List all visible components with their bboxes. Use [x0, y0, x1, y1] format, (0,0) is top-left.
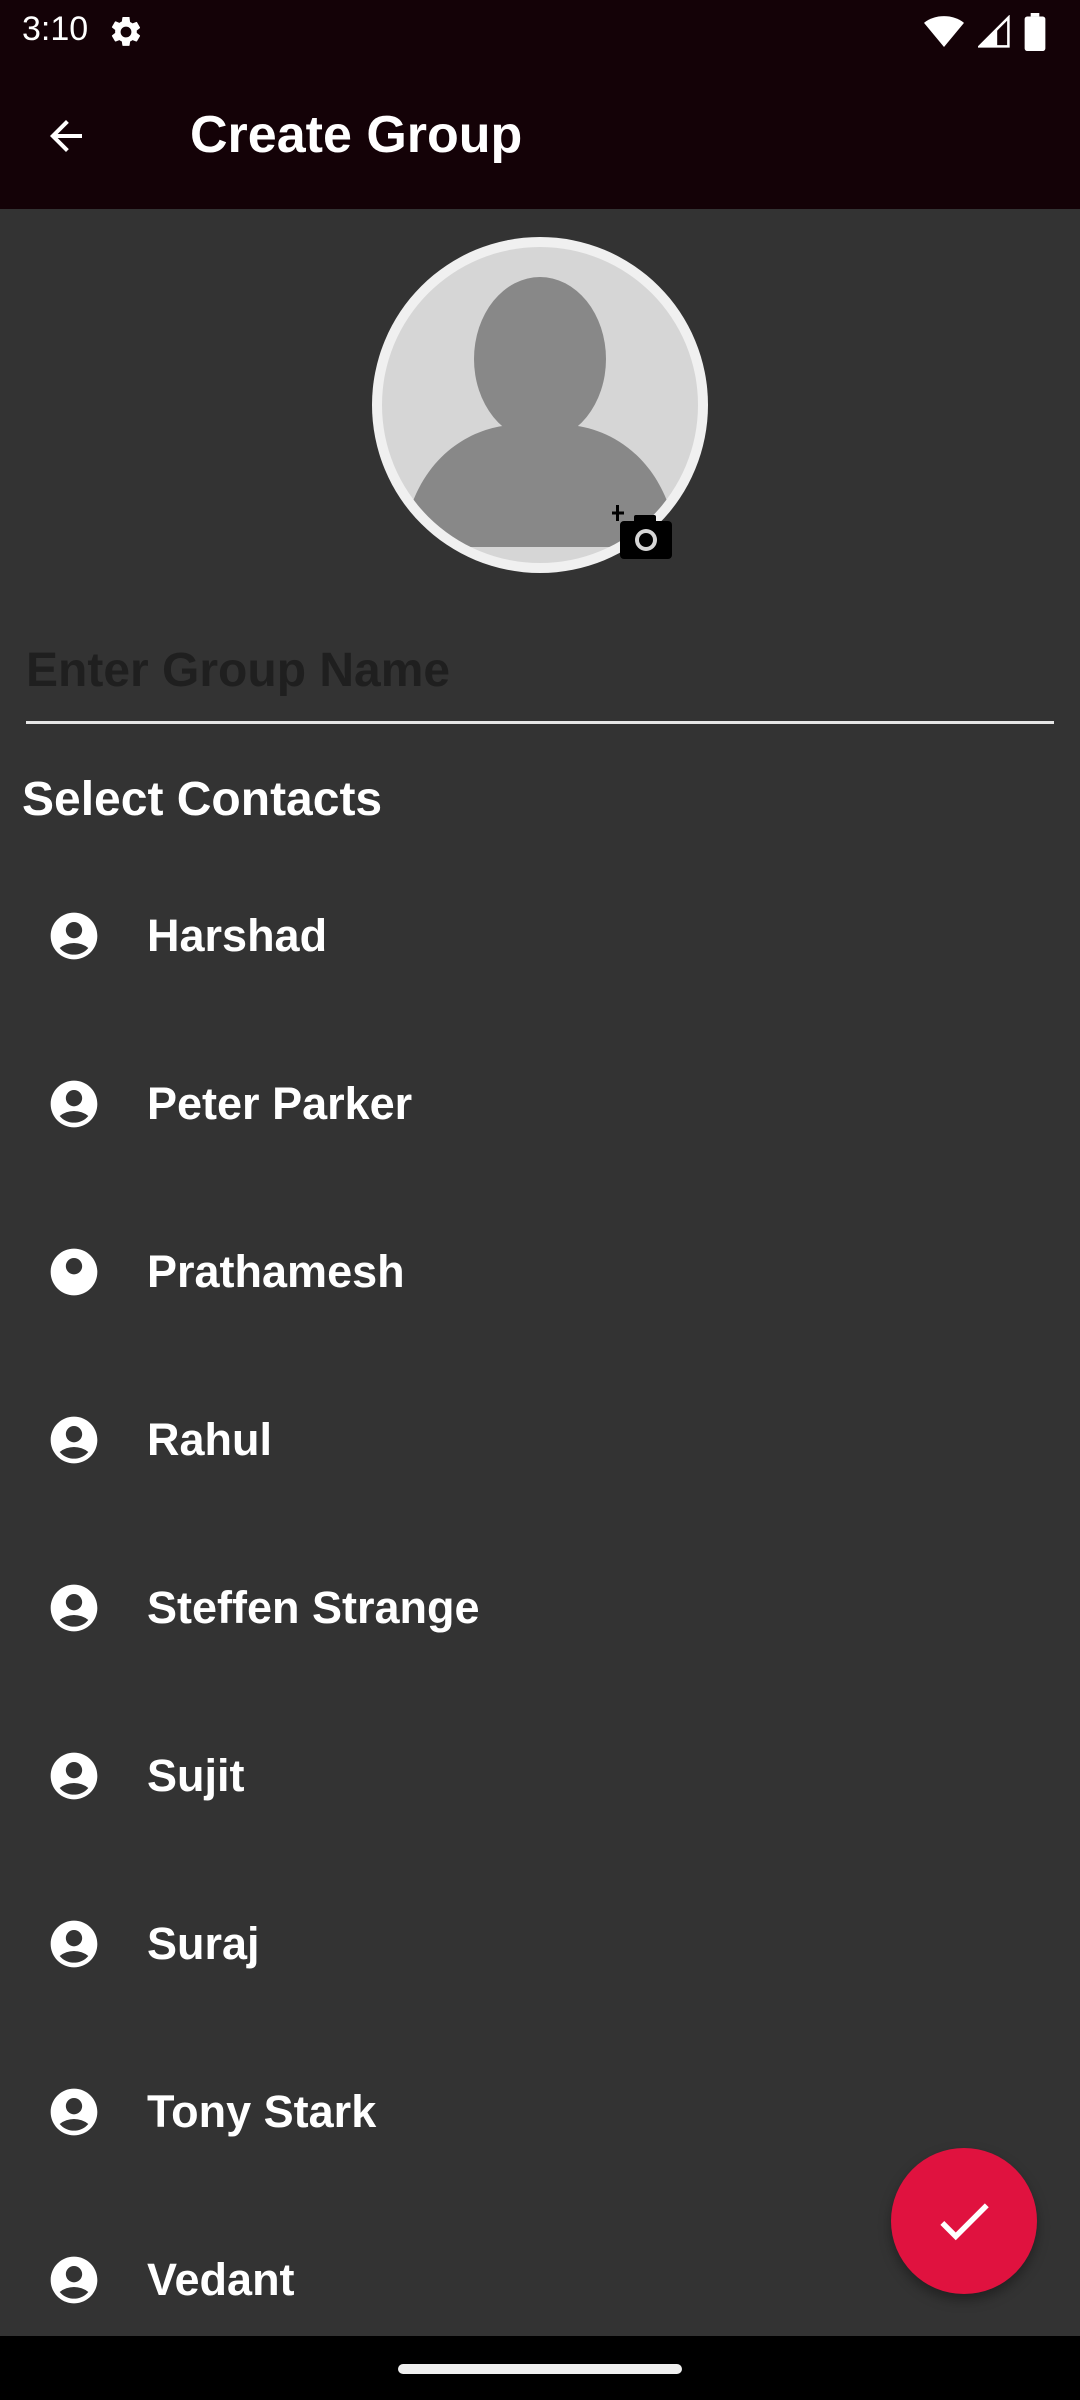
contact-name: Peter Parker [147, 1078, 413, 1129]
add-photo-camera-icon[interactable] [612, 505, 674, 561]
account-circle-icon [50, 1920, 98, 1968]
contact-item-suraj[interactable]: Suraj [0, 1860, 1080, 2028]
contact-item-sujit[interactable]: Sujit [0, 1692, 1080, 1860]
home-gesture-handle[interactable] [398, 2364, 682, 2374]
page-title: Create Group [190, 106, 523, 164]
account-circle-icon [50, 1584, 98, 1632]
contact-name: Vedant [147, 2254, 295, 2305]
account-circle-icon [50, 1416, 98, 1464]
battery-icon [1024, 13, 1046, 51]
status-icons [924, 12, 1046, 52]
account-circle-icon [50, 1752, 98, 1800]
select-contacts-heading: Select Contacts [22, 773, 383, 826]
contact-name: Sujit [147, 1750, 245, 1801]
back-button[interactable] [34, 104, 98, 168]
status-time: 3:10 [22, 10, 89, 48]
group-name-input[interactable] [26, 620, 1054, 724]
account-circle-icon [50, 2256, 98, 2304]
status-bar: 3:10 [0, 0, 1080, 63]
contact-name: Suraj [147, 1918, 260, 1969]
group-avatar-picker[interactable] [372, 237, 708, 573]
contact-item-peter-parker[interactable]: Peter Parker [0, 1020, 1080, 1188]
app-bar: Create Group [0, 63, 1080, 209]
signal-icon [978, 15, 1010, 48]
contact-item-harshad[interactable]: Harshad [0, 852, 1080, 1020]
account-circle-icon [50, 1080, 98, 1128]
contact-item-rahul[interactable]: Rahul [0, 1356, 1080, 1524]
settings-gear-icon [111, 16, 141, 46]
create-group-screen: 3:10 Create Group Enter Group Name Selec… [0, 0, 1080, 2400]
contacts-list: Harshad Peter Parker Prathamesh Rahul St… [0, 852, 1080, 2364]
check-icon [940, 2203, 989, 2241]
arrow-back-icon [50, 120, 82, 152]
account-circle-icon [50, 2088, 98, 2136]
contact-item-steffen-strange[interactable]: Steffen Strange [0, 1524, 1080, 1692]
contact-item-prathamesh[interactable]: Prathamesh [0, 1188, 1080, 1356]
contact-name: Tony Stark [147, 2086, 377, 2137]
account-circle-icon [50, 912, 98, 960]
wifi-icon [924, 16, 964, 47]
confirm-create-group-button[interactable] [891, 2148, 1037, 2294]
contact-name: Prathamesh [147, 1246, 405, 1297]
contact-name: Harshad [147, 910, 328, 961]
account-circle-icon [50, 1248, 98, 1296]
system-navigation-bar [0, 2336, 1080, 2400]
contact-name: Rahul [147, 1414, 273, 1465]
contact-name: Steffen Strange [147, 1582, 480, 1633]
